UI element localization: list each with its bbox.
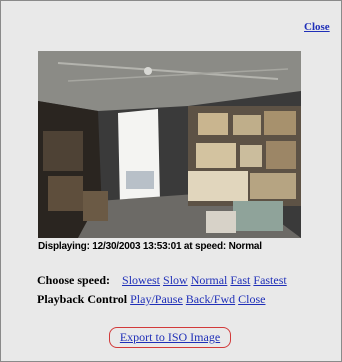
- warehouse-camera-image: [38, 51, 301, 238]
- speed-label: Choose speed:: [37, 273, 111, 287]
- speed-fast-link[interactable]: Fast: [230, 273, 250, 287]
- playback-label: Playback Control: [37, 292, 128, 306]
- playback-row: Playback Control Play/Pause Back/Fwd Clo…: [37, 292, 265, 307]
- speed-fastest-link[interactable]: Fastest: [253, 273, 286, 287]
- export-highlight: Export to ISO Image: [109, 327, 231, 348]
- speed-normal-link[interactable]: Normal: [191, 273, 228, 287]
- playback-status-caption: Displaying: 12/30/2003 13:53:01 at speed…: [38, 241, 262, 252]
- speed-slow-link[interactable]: Slow: [163, 273, 188, 287]
- play-pause-link[interactable]: Play/Pause: [130, 292, 183, 306]
- camera-video-frame: [38, 51, 301, 238]
- speed-slowest-link[interactable]: Slowest: [122, 273, 160, 287]
- export-iso-link[interactable]: Export to ISO Image: [120, 330, 220, 345]
- back-fwd-link[interactable]: Back/Fwd: [186, 292, 235, 306]
- speed-row: Choose speed: Slowest Slow Normal Fast F…: [37, 273, 287, 288]
- close-link-bottom[interactable]: Close: [238, 292, 265, 306]
- close-link-top[interactable]: Close: [304, 21, 330, 33]
- playback-window: Close Displaying: 12/30/2003 13:53:01 at…: [0, 0, 342, 362]
